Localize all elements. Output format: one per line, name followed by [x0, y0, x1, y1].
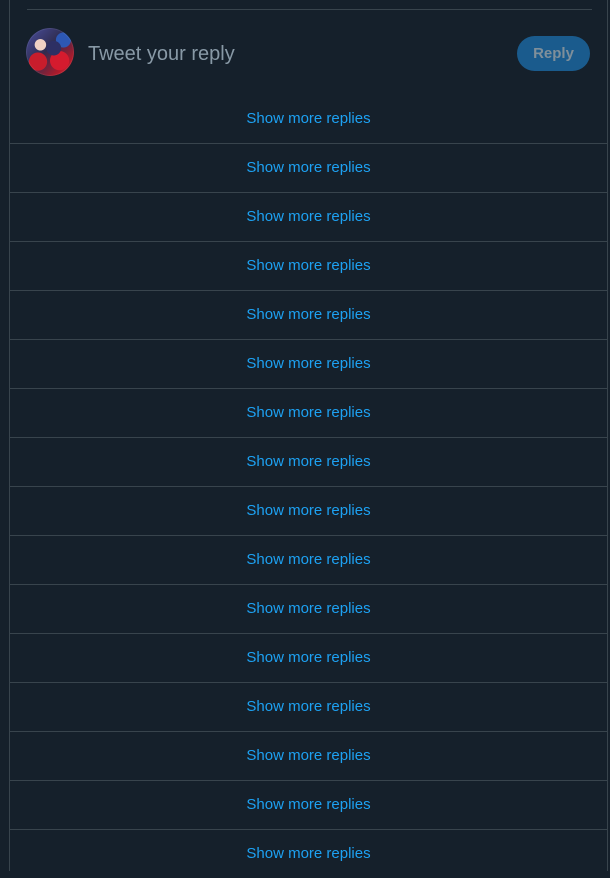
show-more-replies-link[interactable]: Show more replies	[10, 486, 607, 535]
page: Tweet your reply Reply Show more replies…	[0, 0, 610, 878]
reply-composer: Tweet your reply Reply	[10, 10, 607, 95]
show-more-replies-link[interactable]: Show more replies	[10, 290, 607, 339]
reply-button[interactable]: Reply	[517, 36, 590, 71]
show-more-replies-link[interactable]: Show more replies	[10, 535, 607, 584]
show-more-replies-link[interactable]: Show more replies	[10, 94, 607, 143]
show-more-replies-link[interactable]: Show more replies	[10, 241, 607, 290]
tweet-reply-input[interactable]: Tweet your reply	[88, 42, 235, 66]
avatar[interactable]	[26, 28, 74, 76]
reply-column: Tweet your reply Reply Show more replies…	[9, 0, 608, 878]
show-more-replies-link[interactable]: Show more replies	[10, 437, 607, 486]
show-more-replies-link[interactable]: Show more replies	[10, 780, 607, 829]
show-more-replies-link[interactable]: Show more replies	[10, 339, 607, 388]
show-more-replies-link[interactable]: Show more replies	[10, 633, 607, 682]
show-more-replies-link[interactable]: Show more replies	[10, 682, 607, 731]
replies-list: Show more replies Show more replies Show…	[10, 94, 607, 878]
show-more-replies-link[interactable]: Show more replies	[10, 192, 607, 241]
show-more-replies-link[interactable]: Show more replies	[10, 731, 607, 780]
show-more-replies-link[interactable]: Show more replies	[10, 143, 607, 192]
show-more-replies-link[interactable]: Show more replies	[10, 584, 607, 633]
show-more-replies-link[interactable]: Show more replies	[10, 388, 607, 437]
